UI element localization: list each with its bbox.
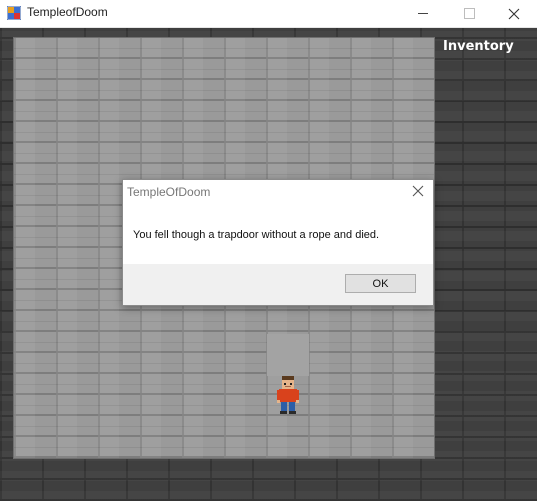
dialog-footer: OK — [123, 264, 433, 305]
ok-button[interactable]: OK — [345, 274, 416, 293]
window-title: TempleofDoom — [27, 5, 108, 19]
dialog-message: You fell though a trapdoor without a rop… — [133, 229, 380, 241]
dialog-title: TempleOfDoom — [127, 185, 211, 199]
minimize-icon — [418, 13, 428, 14]
minimize-button[interactable] — [400, 0, 446, 27]
close-button[interactable] — [491, 0, 537, 27]
maximize-icon — [463, 8, 475, 19]
message-dialog: TempleOfDoom You fell though a trapdoor … — [122, 179, 434, 306]
app-icon — [7, 6, 21, 20]
dialog-close-button[interactable] — [412, 185, 424, 200]
maximize-button[interactable] — [446, 0, 492, 27]
close-icon — [412, 185, 424, 197]
window-titlebar[interactable]: TempleofDoom — [0, 0, 537, 28]
close-icon — [508, 8, 520, 19]
player-sprite — [277, 376, 299, 414]
inventory-label: Inventory — [443, 39, 514, 54]
trapdoor-tile — [267, 334, 309, 376]
